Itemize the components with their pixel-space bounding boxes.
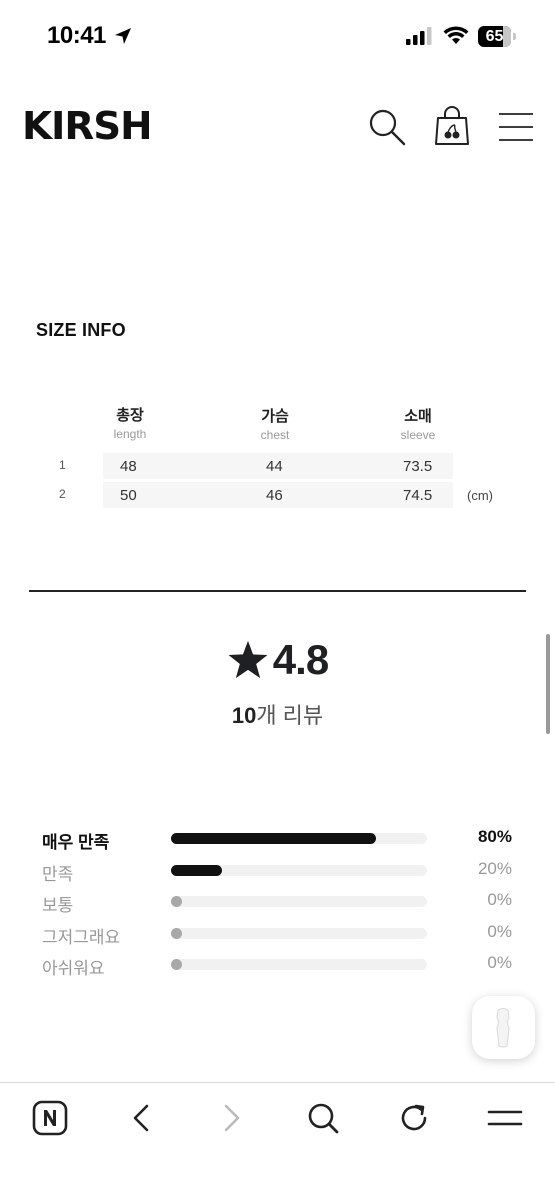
distribution-label: 보통 xyxy=(42,896,74,915)
distribution-track xyxy=(171,864,427,876)
search-button[interactable] xyxy=(303,1098,343,1138)
distribution-row: 매우 만족 80% xyxy=(0,826,555,852)
search-icon[interactable] xyxy=(368,108,406,146)
column-header-ko: 소매 xyxy=(404,408,432,425)
distribution-fill xyxy=(171,896,182,907)
review-count-number: 10 xyxy=(231,703,257,728)
distribution-fill xyxy=(171,833,376,844)
menu-icon xyxy=(487,1110,523,1126)
size-cell-sleeve: 74.5 xyxy=(403,487,433,504)
column-header-ko: 총장 xyxy=(116,407,144,424)
distribution-track xyxy=(171,896,427,907)
status-bar: 10:41 65 xyxy=(0,0,555,74)
battery-indicator: 65 xyxy=(478,26,516,47)
browser-toolbar xyxy=(0,1082,555,1200)
search-icon xyxy=(308,1103,339,1134)
size-info-title: SIZE INFO xyxy=(36,320,126,340)
distribution-fill xyxy=(171,864,222,876)
column-header-sleeve: 소매 sleeve xyxy=(378,405,458,442)
size-cell-length: 48 xyxy=(120,458,137,475)
column-header-length: 총장 length xyxy=(90,404,170,441)
naver-home-button[interactable] xyxy=(30,1098,70,1138)
size-unit: (cm) xyxy=(467,488,493,503)
size-row-number: 1 xyxy=(59,458,66,472)
distribution-row: 아쉬워요 0% xyxy=(0,952,555,978)
distribution-percent: 0% xyxy=(487,921,512,941)
column-header-en: length xyxy=(113,427,147,441)
rating-summary: 4.8 xyxy=(0,636,555,686)
section-divider xyxy=(29,590,526,592)
distribution-track xyxy=(171,959,427,970)
distribution-percent: 80% xyxy=(477,827,512,846)
brand-logo[interactable]: KIRSH xyxy=(22,104,153,148)
size-cell-chest: 46 xyxy=(266,487,283,504)
column-header-ko: 가슴 xyxy=(261,408,289,425)
distribution-track xyxy=(171,927,427,939)
battery-level: 65 xyxy=(485,28,504,45)
naver-home-icon xyxy=(32,1100,68,1136)
review-count[interactable]: 10개 리뷰 xyxy=(0,698,555,730)
column-header-en: sleeve xyxy=(400,428,436,442)
size-cell-length: 50 xyxy=(120,487,137,504)
location-arrow-icon xyxy=(115,28,131,44)
distribution-fill xyxy=(171,959,182,970)
distribution-percent: 0% xyxy=(487,953,512,972)
status-time: 10:41 xyxy=(47,22,106,49)
wifi-icon xyxy=(443,26,469,44)
distribution-label: 매우 만족 xyxy=(42,833,110,852)
distribution-row: 그저그래요 0% xyxy=(0,921,555,947)
distribution-label: 그저그래요 xyxy=(42,927,121,947)
distribution-percent: 0% xyxy=(487,890,512,909)
cellular-signal-icon xyxy=(406,27,432,45)
rating-score: 4.8 xyxy=(272,636,329,683)
back-button[interactable] xyxy=(121,1098,161,1138)
product-thumbnail-icon xyxy=(496,1008,510,1048)
forward-button[interactable] xyxy=(212,1098,252,1138)
column-header-en: chest xyxy=(260,428,290,442)
menu-icon[interactable] xyxy=(498,111,534,143)
size-row-number: 2 xyxy=(59,487,66,501)
star-icon xyxy=(228,640,268,679)
floating-product-button[interactable] xyxy=(472,996,535,1059)
reload-icon xyxy=(401,1104,427,1131)
distribution-row: 만족 20% xyxy=(0,858,555,884)
size-cell-chest: 44 xyxy=(266,458,283,475)
review-count-label: 개 리뷰 xyxy=(256,703,324,728)
reload-button[interactable] xyxy=(394,1098,434,1138)
distribution-row: 보통 0% xyxy=(0,889,555,915)
scrollbar[interactable] xyxy=(546,634,550,734)
size-cell-sleeve: 73.5 xyxy=(403,458,433,475)
forward-icon xyxy=(224,1104,240,1132)
distribution-fill xyxy=(171,927,182,939)
distribution-label: 만족 xyxy=(42,864,74,884)
shopping-bag-icon[interactable] xyxy=(433,106,471,146)
distribution-percent: 20% xyxy=(477,858,512,878)
distribution-track xyxy=(171,833,427,844)
menu-button[interactable] xyxy=(485,1098,525,1138)
back-icon xyxy=(133,1104,149,1132)
column-header-chest: 가슴 chest xyxy=(235,405,315,442)
distribution-label: 아쉬워요 xyxy=(42,959,105,978)
